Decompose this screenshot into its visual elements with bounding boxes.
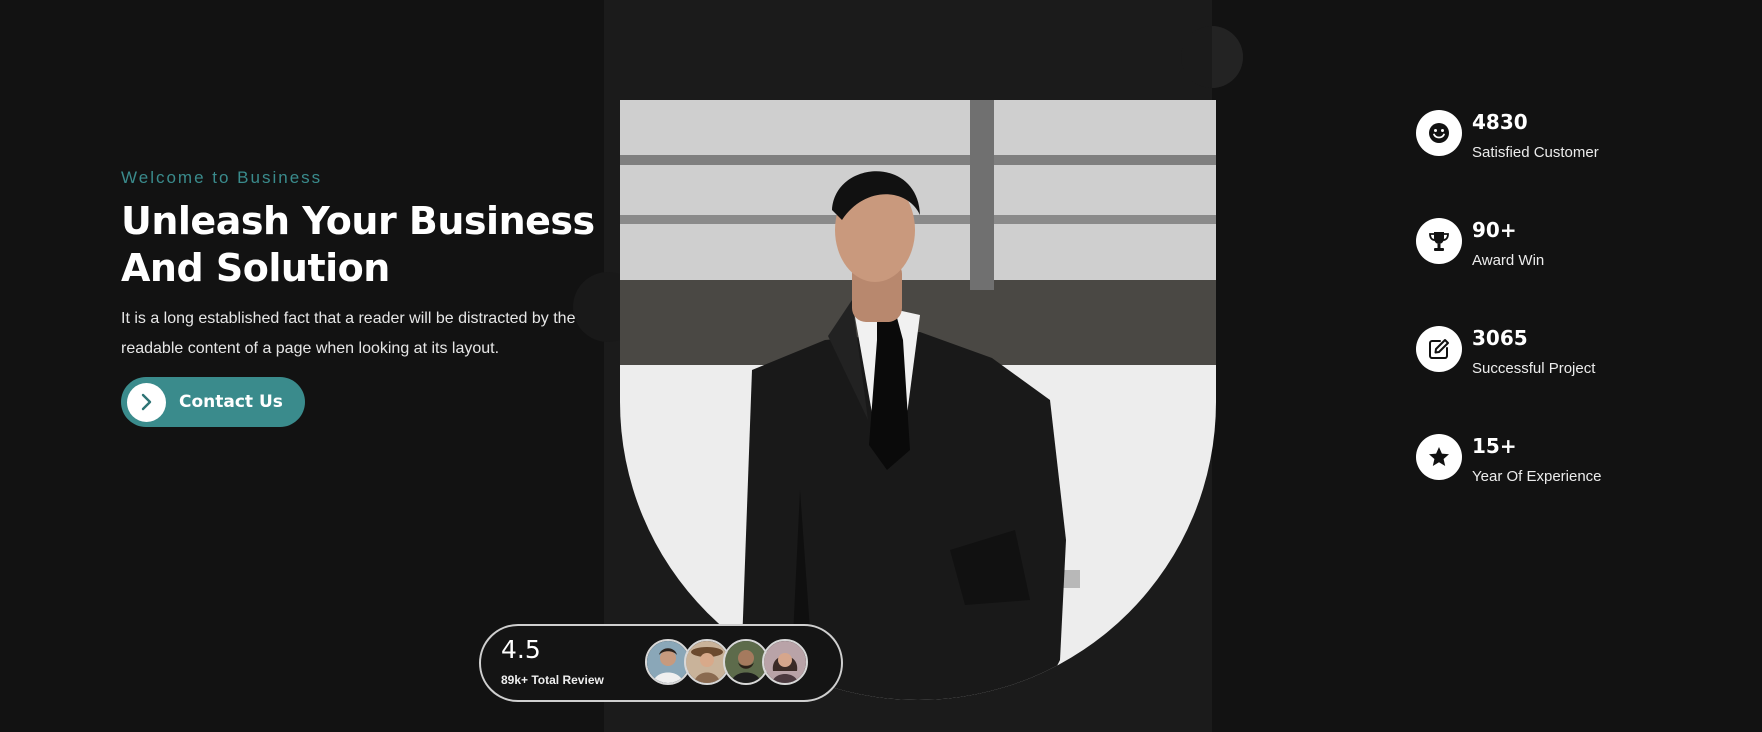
contact-us-button[interactable]: Contact Us	[121, 377, 305, 427]
smiley-icon	[1416, 110, 1462, 156]
hero-section: Welcome to Business Unleash Your Busines…	[121, 168, 601, 427]
contact-us-label: Contact Us	[179, 392, 283, 412]
reviewer-avatars	[645, 639, 808, 685]
edit-icon	[1416, 326, 1462, 372]
stat-value: 15+	[1472, 434, 1517, 458]
hero-title-line-1: Unleash Your Business	[121, 199, 595, 243]
stat-value: 3065	[1472, 326, 1528, 350]
review-badge: 4.5 89k+ Total Review	[479, 624, 843, 702]
rating-value: 4.5	[501, 635, 541, 664]
hero-photo-businessman	[620, 100, 1216, 700]
stat-label: Year Of Experience	[1472, 468, 1602, 485]
avatar	[762, 639, 808, 685]
star-icon	[1416, 434, 1462, 480]
trophy-icon	[1416, 218, 1462, 264]
hero-title: Unleash Your Business And Solution	[121, 198, 601, 292]
stat-value: 4830	[1472, 110, 1528, 134]
hero-eyebrow: Welcome to Business	[121, 168, 323, 187]
stat-label: Award Win	[1472, 252, 1545, 269]
stat-value: 90+	[1472, 218, 1517, 242]
stat-label: Successful Project	[1472, 360, 1596, 377]
total-review-text: 89k+ Total Review	[501, 673, 604, 687]
decorative-circle	[1181, 26, 1243, 88]
hero-description: It is a long established fact that a rea…	[121, 310, 576, 357]
chevron-right-icon	[127, 382, 166, 422]
hero-title-line-2: And Solution	[121, 246, 390, 290]
stat-label: Satisfied Customer	[1472, 144, 1599, 161]
